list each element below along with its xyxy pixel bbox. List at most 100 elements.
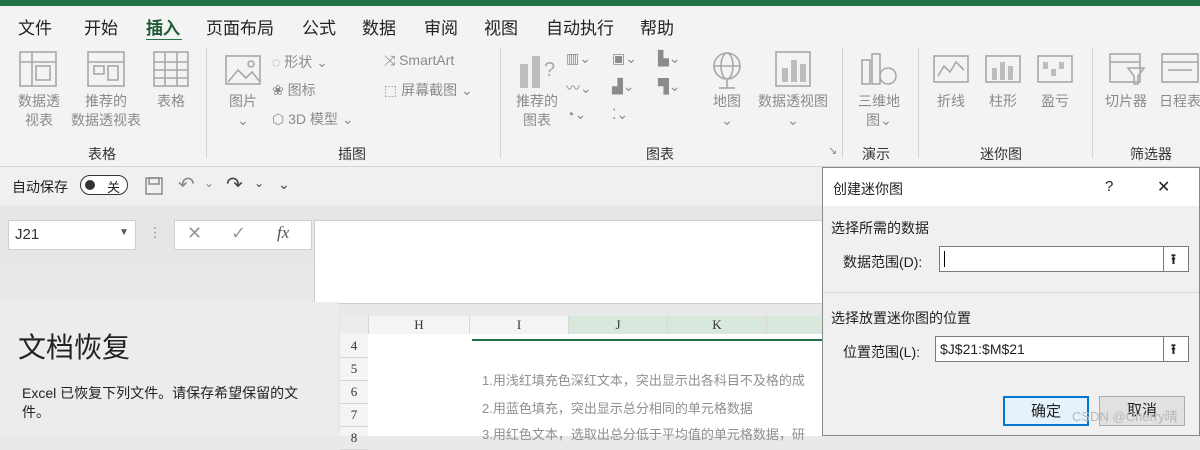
confirm-entry-icon[interactable]: ✓	[231, 223, 246, 244]
timeline-button[interactable]: 日程表	[1154, 92, 1200, 111]
sparkline-winloss-icon	[1037, 55, 1073, 83]
table-label: 表格	[157, 93, 185, 109]
hierarchy-chart-button[interactable]: ▣⌄	[612, 50, 637, 67]
tab-insert[interactable]: 插入	[146, 14, 180, 39]
combo-chart-icon: ▜⌄	[658, 78, 681, 94]
waterfall-chart-button[interactable]: ▙⌄	[658, 50, 681, 67]
data-range-input[interactable]	[939, 246, 1165, 272]
toggle-state-label: 关	[107, 180, 121, 195]
tab-review[interactable]: 审阅	[424, 14, 458, 39]
cube-icon: ⬡	[272, 111, 289, 127]
help-icon[interactable]: ?	[1105, 178, 1113, 195]
chevron-down-icon[interactable]: ⌄	[254, 176, 264, 190]
screenshot-button[interactable]: ⬚ 屏幕截图 ⌄	[384, 80, 473, 100]
tab-help[interactable]: 帮助	[640, 14, 674, 39]
drag-handle-icon[interactable]: ⋮	[148, 224, 162, 241]
section-placement: 选择放置迷你图的位置	[831, 310, 971, 326]
redo-icon[interactable]: ↷	[226, 172, 243, 197]
pivot-table-button[interactable]: 数据透 视表	[10, 92, 68, 130]
row-header-7[interactable]: 7	[340, 403, 368, 427]
3d-models-button[interactable]: ⬡ 3D 模型 ⌄	[272, 109, 354, 129]
dialog-launcher-icon[interactable]: ↘	[828, 144, 837, 157]
chevron-down-icon[interactable]: ▼	[119, 227, 129, 238]
tab-view[interactable]: 视图	[484, 14, 518, 39]
pivot-chart-label: 数据透视图	[758, 93, 828, 109]
column-header-K[interactable]: K	[668, 316, 767, 336]
close-icon[interactable]: ✕	[1157, 177, 1170, 197]
customize-qat-icon[interactable]: ⌄	[278, 176, 290, 193]
autosave-label: 自动保存	[12, 179, 68, 195]
cancel-entry-icon[interactable]: ✕	[187, 223, 202, 244]
column-header-next[interactable]	[767, 316, 822, 336]
smartart-label: SmartArt	[399, 52, 455, 68]
3d-models-label: 3D 模型	[288, 111, 338, 127]
shapes-label: 形状	[284, 54, 313, 70]
timeline-icon	[1161, 53, 1199, 83]
recommended-pivot-button[interactable]: 推荐的 数据透视表	[64, 92, 148, 130]
collapse-dialog-button[interactable]: ⭱	[1163, 246, 1189, 272]
screenshot-label: 屏幕截图	[401, 82, 458, 98]
autosave-toggle[interactable]: 关	[80, 175, 128, 195]
worksheet-cells[interactable]: 1.用浅红填充色深红文本，突出显示出各科目不及格的成 2.用蓝色填充，突出显示总…	[368, 334, 822, 442]
tab-formulas[interactable]: 公式	[302, 14, 336, 39]
ribbon-tab-bar: 文件 开始 插入 页面布局 公式 数据 审阅 视图 自动执行 帮助	[0, 6, 1200, 42]
globe-icon	[713, 52, 741, 89]
table-button[interactable]: 表格	[150, 92, 192, 111]
collapse-dialog-button[interactable]: ⭱	[1163, 336, 1189, 362]
column-header-I[interactable]: I	[470, 316, 569, 334]
3d-map-label-line1: 三维地	[858, 93, 900, 109]
screenshot-icon: ⬚	[384, 82, 402, 98]
column-header-H[interactable]: H	[369, 316, 470, 334]
icons-button[interactable]: ❀ 图标	[272, 80, 316, 100]
group-label-filters: 筛选器	[1130, 146, 1172, 162]
smartart-button[interactable]: ⤨ SmartArt	[384, 52, 454, 69]
scatter-chart-button[interactable]: ⁚⌄	[612, 106, 628, 123]
tab-page-layout[interactable]: 页面布局	[206, 14, 274, 39]
3d-map-label-line2: 图	[866, 112, 881, 128]
slicer-button[interactable]: 切片器	[1100, 92, 1152, 111]
tab-file[interactable]: 文件	[18, 14, 52, 39]
recommended-charts-button[interactable]: 推荐的 图表	[510, 92, 564, 130]
location-range-input[interactable]: $J$21:$M$21	[935, 336, 1165, 362]
pie-chart-button[interactable]: ◔⌄	[566, 106, 586, 123]
tab-automate[interactable]: 自动执行	[546, 14, 614, 39]
column-header-J[interactable]: J	[569, 316, 668, 336]
save-icon[interactable]	[144, 176, 164, 196]
sparkline-winloss-button[interactable]: 盈亏	[1034, 92, 1076, 111]
chevron-down-icon[interactable]: ⌄	[204, 176, 214, 190]
sparkline-line-button[interactable]: 折线	[930, 92, 972, 111]
line-chart-button[interactable]: 〰⌄	[566, 78, 592, 98]
cell-text-line: 1.用浅红填充色深红文本，突出显示出各科目不及格的成	[482, 373, 805, 388]
hierarchy-chart-icon: ▣⌄	[612, 50, 637, 66]
chevron-down-icon: ⌄	[237, 112, 249, 128]
group-separator	[918, 48, 919, 158]
statistic-chart-button[interactable]: ▟⌄	[612, 78, 635, 95]
insert-function-icon[interactable]: fx	[277, 223, 289, 243]
pivot-chart-button[interactable]: 数据透视图 ⌄	[754, 92, 832, 130]
chevron-down-icon: ⌄	[880, 112, 892, 128]
group-label-charts: 图表	[646, 146, 674, 162]
undo-icon[interactable]: ↶	[178, 172, 195, 197]
3d-map-button[interactable]: 三维地 图⌄	[852, 92, 906, 130]
row-header-8[interactable]: 8	[340, 426, 368, 450]
formula-input[interactable]	[314, 220, 824, 304]
picture-button[interactable]: 图片 ⌄	[222, 92, 264, 130]
select-all-corner[interactable]	[340, 316, 369, 334]
row-header-6[interactable]: 6	[340, 380, 368, 404]
tab-data[interactable]: 数据	[362, 14, 396, 39]
combo-chart-button[interactable]: ▜⌄	[658, 78, 681, 95]
column-chart-button[interactable]: ▥⌄	[566, 50, 591, 67]
picture-label: 图片	[229, 93, 257, 109]
quick-access-toolbar: 自动保存 关 ↶ ⌄ ↷ ⌄ ⌄	[0, 167, 822, 205]
maps-button[interactable]: 地图 ⌄	[706, 92, 748, 130]
sparkline-column-button[interactable]: 柱形	[982, 92, 1024, 111]
tab-home[interactable]: 开始	[84, 14, 118, 39]
recommended-charts-icon: ?	[520, 56, 555, 88]
dialog-title: 创建迷你图	[833, 181, 903, 197]
shapes-button[interactable]: ◌ 形状 ⌄	[272, 52, 328, 72]
row-header-5[interactable]: 5	[340, 357, 368, 381]
row-header-4[interactable]: 4	[340, 334, 368, 358]
pie-chart-icon: ◔⌄	[566, 106, 587, 122]
name-box[interactable]: J21 ▼	[8, 220, 136, 250]
group-label-tables: 表格	[88, 146, 116, 162]
